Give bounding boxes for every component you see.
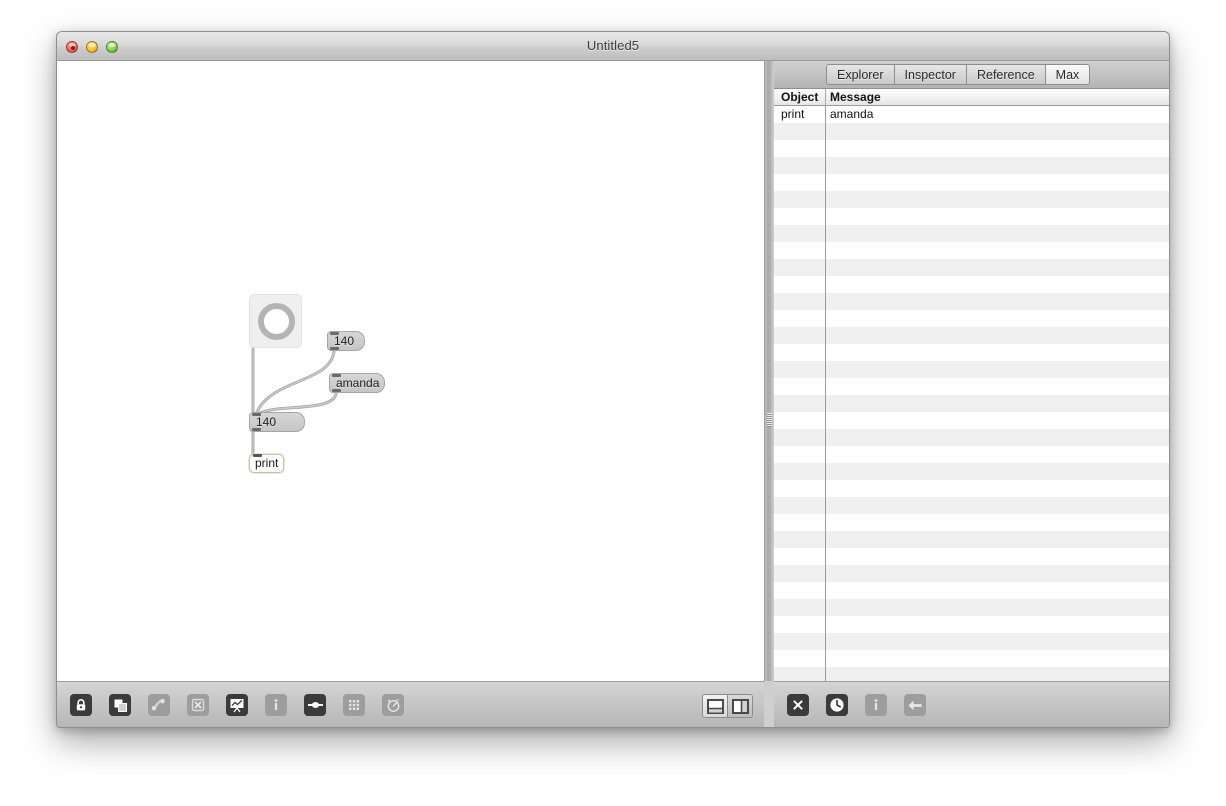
split-vertical-icon[interactable]	[727, 695, 752, 717]
table-row[interactable]	[774, 463, 1169, 480]
table-row[interactable]	[774, 480, 1169, 497]
presentation-mode-icon[interactable]	[109, 694, 131, 716]
clear-console-icon[interactable]	[787, 694, 809, 716]
inlet-nub	[332, 374, 341, 377]
table-row[interactable]	[774, 599, 1169, 616]
table-row[interactable]	[774, 429, 1169, 446]
console-toolbar	[774, 681, 1169, 727]
message-box-label: amanda	[336, 376, 380, 390]
console-column-header: Object Message	[774, 89, 1169, 106]
outlet-nub	[330, 347, 339, 350]
patch-cords	[251, 347, 338, 456]
table-row[interactable]	[774, 616, 1169, 633]
panel-layout-buttons	[702, 694, 753, 718]
outlet-nub	[332, 389, 341, 392]
splitter-grip[interactable]	[767, 413, 772, 427]
window-body: 140 amanda 140 print Explorer Inspector …	[57, 61, 1169, 727]
message-box-label: 140	[334, 334, 355, 348]
tab-max[interactable]: Max	[1044, 64, 1091, 85]
table-row[interactable]	[774, 378, 1169, 395]
table-row[interactable]	[774, 242, 1169, 259]
column-header-object[interactable]: Object	[781, 90, 818, 104]
table-row[interactable]	[774, 276, 1169, 293]
back-arrow-icon[interactable]	[904, 694, 926, 716]
console-column-divider	[825, 106, 826, 684]
object-box-print[interactable]: print	[249, 454, 285, 473]
patchcord-icon[interactable]	[304, 694, 326, 716]
table-row[interactable]	[774, 157, 1169, 174]
table-row[interactable]	[774, 412, 1169, 429]
console-tabs: Explorer Inspector Reference Max	[826, 64, 1091, 85]
screen: Untitled5 140 amanda 140 print Explorer …	[0, 0, 1226, 806]
gauge-icon[interactable]	[382, 694, 404, 716]
cell-message: amanda	[830, 107, 874, 121]
inlet-nub	[330, 332, 339, 335]
table-row[interactable]	[774, 140, 1169, 157]
window-titlebar[interactable]: Untitled5	[57, 32, 1169, 61]
max-patcher-window: Untitled5 140 amanda 140 print Explorer …	[56, 31, 1170, 728]
table-row[interactable]	[774, 310, 1169, 327]
patcher-toolbar	[57, 681, 764, 727]
table-row[interactable]	[774, 633, 1169, 650]
grid-icon[interactable]	[343, 694, 365, 716]
tab-reference[interactable]: Reference	[965, 64, 1045, 85]
max-console-pane: Explorer Inspector Reference Max Object …	[774, 61, 1169, 727]
message-box-amanda[interactable]: amanda	[329, 373, 385, 393]
table-row[interactable]	[774, 293, 1169, 310]
table-row[interactable]	[774, 361, 1169, 378]
console-row-list[interactable]: print amanda	[774, 106, 1169, 727]
console-tabstrip: Explorer Inspector Reference Max	[774, 61, 1169, 89]
table-row[interactable]	[774, 446, 1169, 463]
signal-probe-icon[interactable]	[226, 694, 248, 716]
tab-explorer[interactable]: Explorer	[826, 64, 894, 85]
column-header-message[interactable]: Message	[830, 90, 881, 104]
message-box-140-lower[interactable]: 140	[249, 412, 305, 432]
table-row[interactable]	[774, 548, 1169, 565]
bang-object[interactable]	[249, 294, 302, 348]
column-header-divider[interactable]	[825, 89, 826, 105]
object-box-label: print	[255, 456, 279, 470]
table-row[interactable]	[774, 395, 1169, 412]
split-horizontal-icon[interactable]	[703, 695, 727, 717]
table-row[interactable]	[774, 497, 1169, 514]
table-row[interactable]	[774, 123, 1169, 140]
table-row[interactable]	[774, 650, 1169, 667]
info-icon[interactable]	[265, 694, 287, 716]
table-row[interactable]	[774, 565, 1169, 582]
clock-icon[interactable]	[826, 694, 848, 716]
inlet-nub	[253, 454, 262, 457]
window-title: Untitled5	[586, 38, 640, 53]
table-row[interactable]	[774, 225, 1169, 242]
bang-circle-icon	[258, 303, 295, 340]
delete-cords-icon[interactable]	[187, 694, 209, 716]
outlet-nub	[252, 428, 261, 431]
info-icon[interactable]	[865, 694, 887, 716]
message-box-label: 140	[256, 415, 277, 429]
table-row[interactable]	[774, 174, 1169, 191]
lock-icon[interactable]	[70, 694, 92, 716]
table-row[interactable]	[774, 582, 1169, 599]
table-row[interactable]	[774, 191, 1169, 208]
table-row[interactable]: print amanda	[774, 106, 1169, 123]
hide-cords-icon[interactable]	[148, 694, 170, 716]
table-row[interactable]	[774, 327, 1169, 344]
table-row[interactable]	[774, 344, 1169, 361]
patcher-pane: 140 amanda 140 print	[57, 61, 774, 727]
pane-splitter[interactable]	[764, 61, 774, 681]
patcher-canvas[interactable]: 140 amanda 140 print	[57, 61, 764, 681]
table-row[interactable]	[774, 259, 1169, 276]
cell-object: print	[781, 107, 805, 121]
tab-inspector[interactable]: Inspector	[893, 64, 966, 85]
message-box-140-upper[interactable]: 140	[327, 331, 365, 351]
inlet-nub	[252, 413, 261, 416]
table-row[interactable]	[774, 208, 1169, 225]
table-row[interactable]	[774, 531, 1169, 548]
table-row[interactable]	[774, 514, 1169, 531]
